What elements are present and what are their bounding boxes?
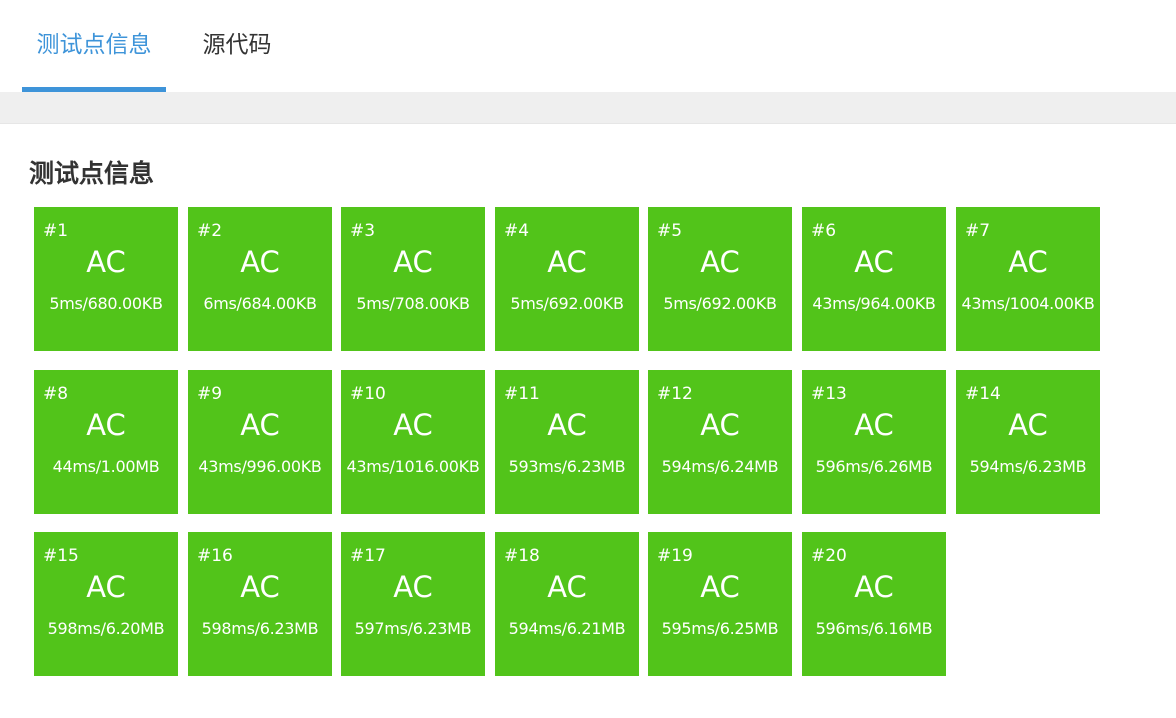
testcase-usage: 5ms/692.00KB: [510, 294, 624, 313]
testcase-number: #8: [43, 384, 69, 404]
testcase-number: #20: [811, 546, 847, 566]
tab-testcase-info-label: 测试点信息: [36, 32, 152, 58]
testcase-status: AC: [700, 245, 740, 279]
testcase-usage: 594ms/6.23MB: [969, 457, 1087, 476]
testcase-number: #14: [965, 384, 1001, 404]
testcase-panel: 测试点信息 #1 AC 5ms/680.00KB #2 AC 6ms/684.00KB #3…: [0, 123, 1176, 718]
testcase-usage: 43ms/996.00KB: [198, 457, 322, 476]
testcase-status: AC: [1008, 408, 1048, 442]
testcase-tile[interactable]: #12 AC 594ms/6.24MB: [648, 370, 792, 514]
testcase-tile[interactable]: #18 AC 594ms/6.21MB: [495, 532, 639, 676]
testcase-status: AC: [854, 245, 894, 279]
testcase-usage: 43ms/1016.00KB: [346, 457, 480, 476]
testcase-number: #3: [350, 221, 376, 241]
testcase-status: AC: [700, 570, 740, 604]
testcase-usage: 594ms/6.21MB: [508, 619, 626, 638]
testcase-number: #5: [657, 221, 683, 241]
testcase-status: AC: [393, 245, 433, 279]
testcase-tile[interactable]: #7 AC 43ms/1004.00KB: [956, 207, 1100, 351]
testcase-number: #7: [965, 221, 991, 241]
testcase-status: AC: [240, 245, 280, 279]
testcase-status: AC: [86, 408, 126, 442]
testcase-tile[interactable]: #5 AC 5ms/692.00KB: [648, 207, 792, 351]
testcase-number: #15: [43, 546, 79, 566]
testcase-usage: 594ms/6.24MB: [661, 457, 779, 476]
separator-band: [0, 92, 1176, 123]
testcase-tile[interactable]: #3 AC 5ms/708.00KB: [341, 207, 485, 351]
testcase-tile[interactable]: #13 AC 596ms/6.26MB: [802, 370, 946, 514]
testcase-tile[interactable]: #19 AC 595ms/6.25MB: [648, 532, 792, 676]
tab-testcase-info[interactable]: 测试点信息: [22, 0, 166, 92]
testcase-number: #11: [504, 384, 540, 404]
testcase-number: #13: [811, 384, 847, 404]
testcase-number: #9: [197, 384, 223, 404]
testcase-usage: 596ms/6.16MB: [815, 619, 933, 638]
tab-bar: 测试点信息 源代码: [0, 0, 1176, 92]
testcase-tile[interactable]: #15 AC 598ms/6.20MB: [34, 532, 178, 676]
testcase-status: AC: [547, 570, 587, 604]
testcase-usage: 597ms/6.23MB: [354, 619, 472, 638]
testcase-usage: 44ms/1.00MB: [52, 457, 160, 476]
testcase-tile[interactable]: #20 AC 596ms/6.16MB: [802, 532, 946, 676]
testcase-status: AC: [1008, 245, 1048, 279]
section-title: 测试点信息: [29, 159, 155, 188]
testcase-usage: 5ms/692.00KB: [663, 294, 777, 313]
testcase-tile[interactable]: #8 AC 44ms/1.00MB: [34, 370, 178, 514]
testcase-tile[interactable]: #6 AC 43ms/964.00KB: [802, 207, 946, 351]
testcase-number: #2: [197, 221, 223, 241]
testcase-number: #18: [504, 546, 540, 566]
testcase-status: AC: [854, 570, 894, 604]
testcase-usage: 6ms/684.00KB: [203, 294, 317, 313]
testcase-usage: 596ms/6.26MB: [815, 457, 933, 476]
testcase-number: #12: [657, 384, 693, 404]
testcase-usage: 5ms/708.00KB: [356, 294, 470, 313]
testcase-status: AC: [547, 408, 587, 442]
testcase-status: AC: [240, 570, 280, 604]
testcase-tile[interactable]: #14 AC 594ms/6.23MB: [956, 370, 1100, 514]
testcase-usage: 598ms/6.20MB: [47, 619, 165, 638]
testcase-tile[interactable]: #16 AC 598ms/6.23MB: [188, 532, 332, 676]
tab-source-code-label: 源代码: [202, 32, 272, 58]
testcase-number: #1: [43, 221, 69, 241]
testcase-tile[interactable]: #9 AC 43ms/996.00KB: [188, 370, 332, 514]
testcase-number: #6: [811, 221, 837, 241]
testcase-usage: 598ms/6.23MB: [201, 619, 319, 638]
testcase-number: #17: [350, 546, 386, 566]
testcase-number: #19: [657, 546, 693, 566]
testcase-status: AC: [86, 570, 126, 604]
testcase-number: #4: [504, 221, 530, 241]
testcase-usage: 5ms/680.00KB: [49, 294, 163, 313]
testcase-tile[interactable]: #1 AC 5ms/680.00KB: [34, 207, 178, 351]
testcase-usage: 43ms/964.00KB: [812, 294, 936, 313]
testcase-status: AC: [854, 408, 894, 442]
testcase-number: #10: [350, 384, 386, 404]
testcase-tile[interactable]: #11 AC 593ms/6.23MB: [495, 370, 639, 514]
testcase-usage: 593ms/6.23MB: [508, 457, 626, 476]
testcase-tile[interactable]: #2 AC 6ms/684.00KB: [188, 207, 332, 351]
testcase-tile[interactable]: #17 AC 597ms/6.23MB: [341, 532, 485, 676]
testcase-usage: 595ms/6.25MB: [661, 619, 779, 638]
testcase-tile[interactable]: #4 AC 5ms/692.00KB: [495, 207, 639, 351]
testcase-status: AC: [547, 245, 587, 279]
testcase-status: AC: [240, 408, 280, 442]
testcase-status: AC: [700, 408, 740, 442]
testcase-status: AC: [393, 408, 433, 442]
testcase-status: AC: [86, 245, 126, 279]
testcase-status: AC: [393, 570, 433, 604]
testcase-number: #16: [197, 546, 233, 566]
testcase-tile[interactable]: #10 AC 43ms/1016.00KB: [341, 370, 485, 514]
testcase-usage: 43ms/1004.00KB: [961, 294, 1095, 313]
tab-source-code[interactable]: 源代码: [186, 0, 288, 92]
